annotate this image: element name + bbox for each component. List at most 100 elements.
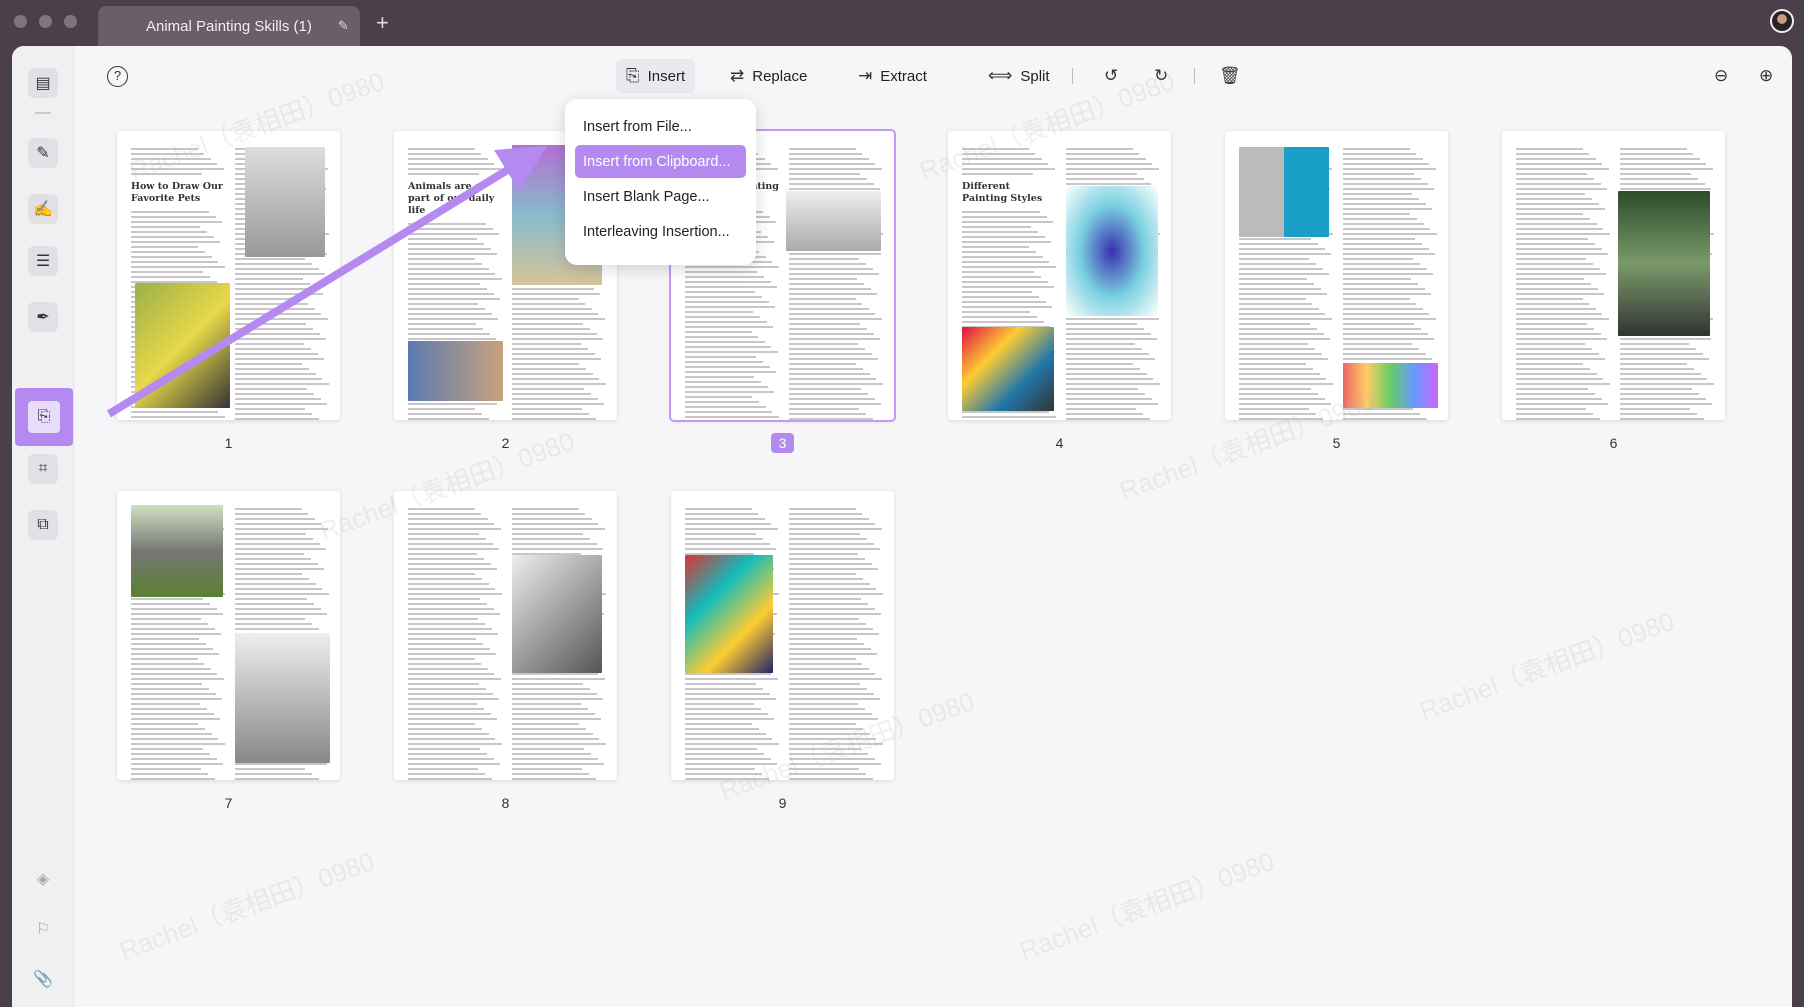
text-line <box>1343 348 1419 350</box>
extract-label: Extract <box>880 67 927 85</box>
text-line <box>235 328 313 330</box>
form-icon[interactable]: ☰ <box>28 246 58 276</box>
text-line <box>1239 348 1315 350</box>
text-line <box>685 341 765 343</box>
page-number: 4 <box>948 435 1171 451</box>
text-line <box>1343 298 1410 300</box>
text-line <box>512 338 604 340</box>
split-button[interactable]: ⟺ Split <box>978 59 1060 93</box>
text-line <box>235 368 310 370</box>
text-line <box>131 738 219 740</box>
text-line <box>235 298 302 300</box>
text-line <box>512 358 602 360</box>
text-line <box>235 418 319 420</box>
text-line <box>685 538 763 540</box>
text-line <box>408 408 476 410</box>
crop-icon[interactable]: ⌗ <box>28 454 58 484</box>
text-line <box>408 328 484 330</box>
delete-button[interactable]: 🗑 <box>1209 59 1251 93</box>
text-line <box>789 663 863 665</box>
text-line <box>131 673 218 675</box>
attachment-icon[interactable]: 📎 <box>28 964 58 994</box>
avatar[interactable] <box>1770 9 1794 33</box>
page-thumbnail[interactable] <box>394 491 617 780</box>
convert-icon[interactable]: ⧉ <box>28 510 58 540</box>
text-line <box>1239 323 1311 325</box>
text-line <box>962 286 1055 288</box>
zoom-out-button[interactable]: ⊖ <box>1704 59 1738 93</box>
text-line <box>1239 243 1318 245</box>
text-line <box>408 148 475 150</box>
text-line <box>512 698 604 700</box>
text-line <box>789 333 874 335</box>
menu-item-insert-from-clipboard[interactable]: Insert from Clipboard... <box>575 145 746 178</box>
text-line <box>131 216 216 218</box>
reader-mode-icon[interactable]: ▤ <box>28 68 58 98</box>
page-image <box>135 283 230 408</box>
text-line <box>1620 413 1697 415</box>
text-line <box>1516 233 1611 235</box>
text-line <box>789 353 872 355</box>
minimize-window-button[interactable] <box>39 15 52 28</box>
text-line <box>1343 338 1435 340</box>
text-line <box>1066 383 1161 385</box>
document-tab[interactable]: Animal Painting Skills (1) ✎ <box>98 6 360 46</box>
zoom-in-button[interactable]: ⊕ <box>1749 59 1783 93</box>
maximize-window-button[interactable] <box>64 15 77 28</box>
text-line <box>408 413 483 415</box>
replace-button[interactable]: ⇄ Replace <box>720 59 817 93</box>
text-line <box>235 373 316 375</box>
text-line <box>235 573 303 575</box>
text-line <box>512 708 588 710</box>
text-line <box>789 298 856 300</box>
text-line <box>685 316 761 318</box>
edit-pdf-icon[interactable]: ✍ <box>28 194 58 224</box>
text-column <box>789 145 884 420</box>
text-line <box>789 313 876 315</box>
text-line <box>1239 398 1325 400</box>
organize-pages-icon[interactable]: ⎘ <box>15 388 73 446</box>
layers-icon[interactable]: ◈ <box>28 864 58 894</box>
text-line <box>1620 373 1701 375</box>
text-line <box>789 273 880 275</box>
text-line <box>789 703 859 705</box>
plus-icon[interactable]: + <box>376 10 389 36</box>
text-line <box>962 276 1041 278</box>
pencil-icon[interactable]: ✎ <box>338 18 349 34</box>
text-line <box>1620 398 1706 400</box>
close-window-button[interactable] <box>14 15 27 28</box>
text-line <box>1239 373 1320 375</box>
text-line <box>131 623 208 625</box>
text-line <box>235 518 315 520</box>
page-thumbnail[interactable] <box>1502 131 1725 420</box>
text-line <box>408 643 484 645</box>
highlighter-icon[interactable]: ✎ <box>28 138 58 168</box>
question-circle-icon[interactable]: ? <box>107 66 128 87</box>
sign-icon[interactable]: ✒ <box>28 302 58 332</box>
text-line <box>235 343 305 345</box>
text-line <box>685 748 758 750</box>
page-image <box>685 555 773 673</box>
page-thumbnail[interactable] <box>117 491 340 780</box>
menu-item-interleaving-insertion[interactable]: Interleaving Insertion... <box>575 215 746 248</box>
text-line <box>512 308 592 310</box>
text-line <box>408 313 492 315</box>
menu-item-insert-from-file[interactable]: Insert from File... <box>575 110 746 143</box>
text-line <box>512 293 601 295</box>
page-thumbnail[interactable] <box>1225 131 1448 420</box>
text-line <box>1239 278 1308 280</box>
text-line <box>1516 368 1591 370</box>
text-line <box>1343 198 1419 200</box>
text-line <box>235 258 306 260</box>
page-thumbnail[interactable]: Different Painting Styles <box>948 131 1171 420</box>
extract-button[interactable]: ⇥ Extract <box>848 59 937 93</box>
text-line <box>1620 348 1696 350</box>
menu-item-insert-blank-page[interactable]: Insert Blank Page... <box>575 180 746 213</box>
bookmark-icon[interactable]: ⚐ <box>28 914 58 944</box>
insert-button[interactable]: ⎘ Insert <box>616 59 696 93</box>
text-line <box>235 553 305 555</box>
text-line <box>1066 368 1141 370</box>
page-number-label: 8 <box>501 795 510 811</box>
text-line <box>235 513 309 515</box>
text-line <box>131 773 208 775</box>
